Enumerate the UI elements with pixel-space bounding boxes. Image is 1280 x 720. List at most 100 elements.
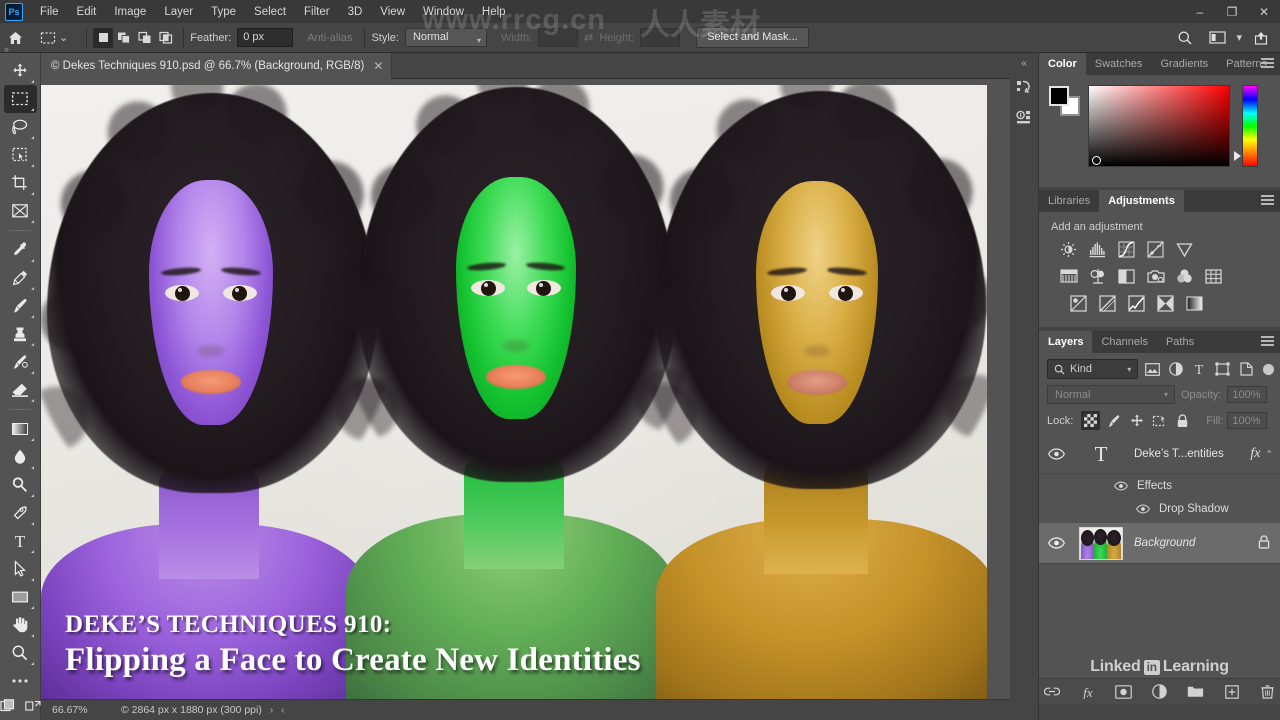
swap-width-height-icon[interactable]: ⇄ bbox=[584, 31, 593, 44]
color-lookup-icon[interactable] bbox=[1204, 267, 1223, 285]
chevron-down-icon[interactable]: ▾ bbox=[1236, 31, 1242, 44]
layer-style-fx-icon[interactable]: fx bbox=[1250, 446, 1265, 462]
layer-thumbnail[interactable] bbox=[1079, 526, 1123, 560]
tool-preset-chevron[interactable]: ⌄ bbox=[59, 31, 68, 44]
color-balance-icon[interactable] bbox=[1088, 267, 1107, 285]
filter-toggle-switch[interactable] bbox=[1263, 363, 1274, 375]
chevron-up-icon[interactable]: ⌃ bbox=[1265, 449, 1280, 460]
minimize-button[interactable]: – bbox=[1184, 0, 1216, 23]
eye-icon[interactable] bbox=[1039, 537, 1073, 549]
vibrance-icon[interactable] bbox=[1175, 240, 1194, 258]
menu-layer[interactable]: Layer bbox=[155, 3, 202, 21]
foreground-color-swatch[interactable] bbox=[1049, 86, 1069, 106]
new-group-icon[interactable] bbox=[1187, 683, 1204, 700]
collapse-panels-button[interactable]: « bbox=[1010, 53, 1038, 69]
hue-saturation-icon[interactable] bbox=[1059, 267, 1078, 285]
fill-input[interactable]: 100% bbox=[1227, 412, 1268, 429]
lasso-tool[interactable] bbox=[4, 113, 37, 141]
rectangle-tool[interactable] bbox=[4, 583, 37, 611]
tab-adjustments[interactable]: Adjustments bbox=[1099, 190, 1184, 212]
posterize-icon[interactable] bbox=[1098, 294, 1117, 312]
layer-style-fx-icon[interactable]: fx bbox=[1079, 683, 1096, 700]
menu-image[interactable]: Image bbox=[105, 3, 155, 21]
layer-name[interactable]: Deke’s T...entities bbox=[1123, 448, 1250, 460]
opacity-input[interactable]: 100% bbox=[1227, 386, 1268, 403]
gradient-tool[interactable] bbox=[4, 415, 37, 443]
threshold-icon[interactable] bbox=[1127, 294, 1146, 312]
lock-image-pixels-icon[interactable] bbox=[1104, 411, 1123, 430]
zoom-level[interactable]: 66.67% bbox=[41, 704, 115, 716]
active-tool-preset[interactable]: ⌄ bbox=[34, 30, 80, 46]
tab-gradients[interactable]: Gradients bbox=[1151, 53, 1217, 75]
gradient-map-icon[interactable] bbox=[1185, 294, 1204, 312]
blur-tool[interactable] bbox=[4, 443, 37, 471]
restore-button[interactable]: ❐ bbox=[1216, 0, 1248, 23]
pen-tool[interactable] bbox=[4, 499, 37, 527]
crop-tool[interactable] bbox=[4, 169, 37, 197]
menu-edit[interactable]: Edit bbox=[68, 3, 106, 21]
zoom-tool[interactable] bbox=[4, 639, 37, 667]
panel-menu-icon[interactable] bbox=[1261, 336, 1274, 348]
style-select[interactable]: Normal ▾ bbox=[404, 28, 487, 47]
hand-tool[interactable] bbox=[4, 611, 37, 639]
eraser-tool[interactable] bbox=[4, 376, 37, 404]
screen-mode-icon[interactable] bbox=[24, 699, 41, 716]
color-field-cursor[interactable] bbox=[1092, 156, 1101, 165]
add-layer-mask-icon[interactable] bbox=[1115, 683, 1132, 700]
anti-alias-label[interactable]: Anti-alias bbox=[307, 32, 352, 44]
photo-filter-icon[interactable] bbox=[1146, 267, 1165, 285]
shape-layer-filter-icon[interactable] bbox=[1214, 360, 1232, 379]
tab-channels[interactable]: Channels bbox=[1092, 331, 1156, 353]
list-item[interactable]: Drop Shadow bbox=[1039, 497, 1280, 520]
layer-name[interactable]: Background bbox=[1123, 537, 1258, 549]
workspace-icon[interactable] bbox=[1202, 30, 1232, 45]
pixel-layer-filter-icon[interactable] bbox=[1143, 360, 1161, 379]
brush-tool[interactable] bbox=[4, 292, 37, 320]
status-prev-arrow[interactable]: ‹ bbox=[281, 705, 292, 716]
new-layer-icon[interactable] bbox=[1223, 683, 1240, 700]
blend-mode-select[interactable]: Normal ▾ bbox=[1047, 385, 1175, 404]
smart-object-filter-icon[interactable] bbox=[1237, 360, 1255, 379]
link-layers-icon[interactable] bbox=[1043, 683, 1060, 700]
lock-artboard-nesting-icon[interactable] bbox=[1150, 411, 1169, 430]
menu-view[interactable]: View bbox=[371, 3, 414, 21]
object-selection-tool[interactable] bbox=[4, 141, 37, 169]
color-field[interactable] bbox=[1088, 85, 1230, 167]
tab-swatches[interactable]: Swatches bbox=[1086, 53, 1152, 75]
tab-color[interactable]: Color bbox=[1039, 53, 1086, 75]
adjustment-layer-filter-icon[interactable] bbox=[1167, 360, 1185, 379]
move-tool[interactable] bbox=[4, 57, 37, 85]
artboard[interactable]: DEKE’S TECHNIQUES 910: Flipping a Face t… bbox=[41, 85, 987, 699]
table-row[interactable]: Background bbox=[1039, 523, 1280, 564]
list-item[interactable]: Effects bbox=[1039, 474, 1280, 497]
panel-menu-icon[interactable] bbox=[1261, 195, 1274, 207]
height-input[interactable] bbox=[640, 28, 681, 47]
selective-color-icon[interactable] bbox=[1156, 294, 1175, 312]
menu-window[interactable]: Window bbox=[414, 3, 473, 21]
invert-icon[interactable] bbox=[1069, 294, 1088, 312]
eye-icon[interactable] bbox=[1039, 448, 1073, 460]
search-icon[interactable] bbox=[1170, 30, 1200, 46]
add-to-selection-button[interactable] bbox=[114, 28, 134, 48]
brightness-contrast-icon[interactable] bbox=[1059, 240, 1078, 258]
curves-icon[interactable] bbox=[1117, 240, 1136, 258]
lock-transparent-pixels-icon[interactable] bbox=[1081, 411, 1101, 430]
lock-all-icon[interactable] bbox=[1173, 411, 1192, 430]
history-brush-tool[interactable] bbox=[4, 348, 37, 376]
path-selection-tool[interactable] bbox=[4, 555, 37, 583]
eyedropper-tool[interactable] bbox=[4, 236, 37, 264]
table-row[interactable]: T Deke’s T...entities fx ⌃ bbox=[1039, 435, 1280, 474]
color-panel-swatches[interactable] bbox=[1049, 86, 1081, 116]
subtract-from-selection-button[interactable] bbox=[135, 28, 155, 48]
toolbar-drag-handle[interactable]: » bbox=[4, 44, 9, 54]
type-layer-filter-icon[interactable]: T bbox=[1190, 360, 1208, 379]
delete-layer-icon[interactable] bbox=[1259, 683, 1276, 700]
close-icon[interactable]: ✕ bbox=[373, 59, 383, 73]
clone-stamp-tool[interactable] bbox=[4, 320, 37, 348]
lock-all-icon[interactable] bbox=[1258, 534, 1280, 552]
actions-panel-icon[interactable] bbox=[1013, 106, 1036, 129]
type-tool[interactable]: T bbox=[4, 527, 37, 555]
eye-icon[interactable] bbox=[1111, 480, 1131, 491]
dodge-tool[interactable] bbox=[4, 471, 37, 499]
feather-input[interactable]: 0 px bbox=[237, 28, 294, 47]
